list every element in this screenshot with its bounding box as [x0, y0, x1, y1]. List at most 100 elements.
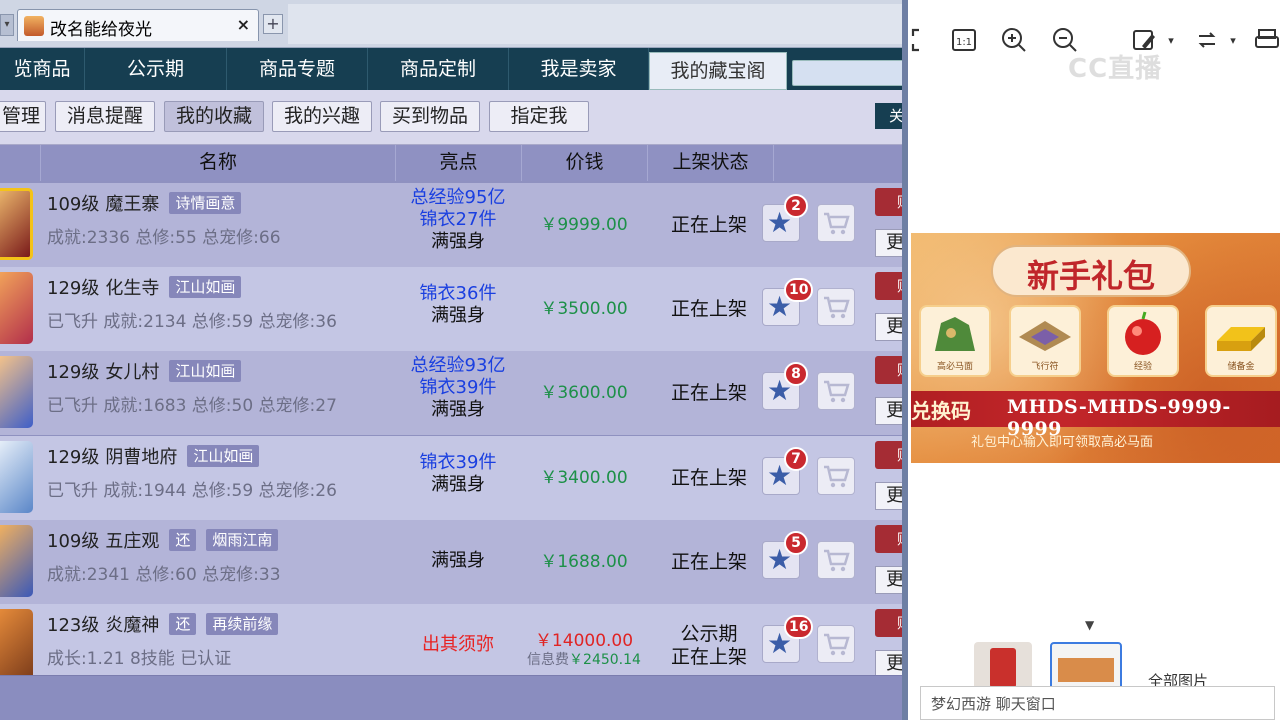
character-avatar[interactable]	[0, 356, 33, 428]
listing-tag: 江山如画	[169, 276, 242, 298]
listing-price: ￥3400.00	[540, 468, 628, 488]
banner-title: 新手礼包	[1026, 257, 1155, 295]
table-row[interactable]: 129级 阴曹地府 江山如画已飞升 成就:1944 总修:59 总宠修:26 锦衣39…	[0, 436, 908, 520]
header-actions	[773, 145, 908, 181]
listing-stats: 已飞升 成就:1944 总修:59 总宠修:26	[47, 481, 337, 501]
listing-price: ￥1688.00	[540, 552, 628, 572]
gift-label: 储备金	[1227, 362, 1255, 372]
sub-tab-purchased[interactable]: 买到物品	[380, 101, 480, 132]
chat-window-input[interactable]: 梦幻西游 聊天窗口	[920, 686, 1275, 720]
favorite-count-badge: 5	[784, 531, 808, 555]
listing-name[interactable]: 123级 炎魔神还再续前缘	[47, 611, 284, 637]
nav-item-publicity[interactable]: 公示期	[85, 48, 227, 90]
nav-item-topics[interactable]: 商品专题	[227, 48, 368, 90]
nav-item-my-treasure[interactable]: 我的藏宝阁	[649, 52, 787, 90]
add-to-cart-button[interactable]	[817, 541, 855, 579]
listing-name[interactable]: 129级 化生寺 江山如画	[47, 274, 247, 300]
tab-close-icon[interactable]: ×	[237, 15, 250, 34]
listing-tag: 还	[169, 613, 197, 635]
favorite-count-badge: 7	[784, 447, 808, 471]
gift-label: 高必马面	[936, 362, 973, 372]
listing-level: 109级	[47, 531, 100, 552]
cart-icon	[824, 212, 850, 235]
redeem-code-bar: 兑换码 MHDS-MHDS-9999-9999	[911, 391, 1280, 440]
listing-school: 五庄观	[105, 531, 160, 552]
table-row[interactable]: 129级 女儿村 江山如画 已飞升 成就:1683 总修:50 总宠修:27 总经验93…	[0, 351, 908, 435]
favorite-count-badge: 2	[784, 194, 808, 218]
image-viewer-panel: 1:1 ▾ ▾ CC直播 新手礼包 高必马面 飞行符 经验 储备金 兑换码 MH…	[908, 0, 1280, 720]
close-button[interactable]: 关	[875, 103, 905, 129]
cart-icon	[824, 296, 850, 319]
highlight-item: 锦衣36件	[419, 283, 497, 304]
cart-icon	[824, 380, 850, 403]
highlight-item: 锦衣27件	[419, 209, 497, 230]
nav-item-custom[interactable]: 商品定制	[368, 48, 509, 90]
title-bar-empty-area	[288, 4, 908, 44]
add-to-cart-button[interactable]	[817, 457, 855, 495]
add-to-cart-button[interactable]	[817, 625, 855, 663]
collapse-arrow-icon[interactable]: ▼	[1085, 618, 1094, 632]
nav-item-seller[interactable]: 我是卖家	[509, 48, 649, 90]
listing-stats: 成长:1.21 8技能 已认证	[47, 649, 232, 669]
tab-title: 改名能给夜光	[50, 20, 152, 40]
add-to-cart-button[interactable]	[817, 204, 855, 242]
info-fee-value: ￥2450.14	[569, 652, 641, 668]
rotate-dropdown-icon[interactable]: ▾	[1218, 26, 1248, 56]
fit-window-icon[interactable]	[908, 26, 938, 56]
character-avatar[interactable]	[0, 525, 33, 597]
listing-tag: 烟雨江南	[206, 529, 279, 551]
header-status: 上架状态	[647, 145, 773, 181]
listing-name[interactable]: 109级 五庄观还烟雨江南	[47, 527, 284, 553]
game-avatar-icon	[24, 16, 44, 36]
listing-highlights: 满强身	[395, 550, 521, 572]
highlight-item: 出其须弥	[422, 634, 494, 655]
listing-highlights: 锦衣39件 满强身	[395, 452, 521, 496]
listing-tag: 还	[169, 529, 197, 551]
sub-tab-interests[interactable]: 我的兴趣	[272, 101, 372, 132]
character-avatar[interactable]	[0, 609, 33, 681]
character-avatar[interactable]	[0, 272, 33, 344]
cart-icon	[824, 549, 850, 572]
listing-name[interactable]: 109级 魔王寨 诗情画意	[47, 190, 247, 216]
gift-label: 飞行符	[1031, 362, 1059, 372]
listing-stats: 已飞升 成就:2134 总修:59 总宠修:36	[47, 312, 337, 332]
print-icon[interactable]	[1252, 26, 1280, 56]
sub-tab-manage[interactable]: 管理	[0, 101, 46, 132]
listing-level: 129级	[47, 278, 100, 299]
table-row[interactable]: 109级 魔王寨 诗情画意 成就:2336 总修:55 总宠修:66 总经验95亿 锦衣2…	[0, 183, 908, 267]
listing-highlights: 出其须弥	[395, 634, 521, 656]
gift-label: 经验	[1133, 362, 1152, 372]
highlight-item: 满强身	[431, 474, 485, 495]
nav-search-box[interactable]	[792, 60, 904, 86]
favorite-count-badge: 10	[784, 278, 814, 302]
redeem-code-label: 兑换码	[911, 399, 971, 423]
sub-tab-messages[interactable]: 消息提醒	[55, 101, 155, 132]
table-row[interactable]: 109级 五庄观还烟雨江南 成就:2341 总修:60 总宠修:33 满强身 ￥1688…	[0, 520, 908, 604]
tab-scroll-left-button[interactable]: ▾	[0, 14, 14, 36]
new-tab-button[interactable]: +	[263, 14, 283, 34]
table-row[interactable]: 129级 化生寺 江山如画已飞升 成就:2134 总修:59 总宠修:36 锦衣36件…	[0, 267, 908, 351]
zoom-in-icon[interactable]	[999, 26, 1029, 56]
sub-tab-assigned[interactable]: 指定我	[489, 101, 589, 132]
add-to-cart-button[interactable]	[817, 288, 855, 326]
listing-stats: 成就:2336 总修:55 总宠修:66	[47, 228, 281, 248]
listing-name[interactable]: 129级 阴曹地府 江山如画	[47, 443, 265, 469]
character-avatar[interactable]	[0, 441, 33, 513]
actual-size-icon[interactable]: 1:1	[949, 26, 979, 56]
browser-tab[interactable]: 改名能给夜光 ×	[17, 9, 259, 41]
gift-item-reserve-gold: 储备金	[1205, 305, 1277, 377]
character-avatar[interactable]	[0, 188, 33, 260]
nav-item-browse[interactable]: 览商品	[0, 48, 85, 90]
listing-level: 109级	[47, 194, 100, 215]
listing-price: ￥14000.00	[534, 631, 634, 651]
add-to-cart-button[interactable]	[817, 372, 855, 410]
listing-stats: 已飞升 成就:1683 总修:50 总宠修:27	[47, 396, 337, 416]
favorite-count-badge: 16	[784, 615, 814, 639]
highlight-item: 满强身	[431, 399, 485, 420]
highlight-item: 满强身	[431, 550, 485, 571]
listing-school: 阴曹地府	[105, 447, 178, 468]
sub-tab-favorites[interactable]: 我的收藏	[164, 101, 264, 132]
left-app: ▾ 改名能给夜光 × + 览商品 公示期 商品专题 商品定制 我是卖家 我的藏宝…	[0, 0, 908, 720]
listing-name[interactable]: 129级 女儿村 江山如画	[47, 358, 247, 384]
listing-school: 魔王寨	[105, 194, 160, 215]
